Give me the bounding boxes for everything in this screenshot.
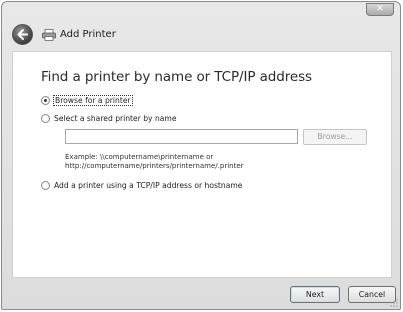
radio-add-tcpip-printer[interactable]: [41, 181, 50, 190]
option-shared[interactable]: Select a shared printer by name: [41, 114, 177, 123]
option-tcpip[interactable]: Add a printer using a TCP/IP address or …: [41, 181, 242, 190]
cancel-button[interactable]: Cancel: [348, 286, 396, 303]
back-arrow-icon: [17, 29, 28, 40]
example-text: Example: \\computername\printername or h…: [65, 153, 244, 171]
option-shared-label[interactable]: Select a shared printer by name: [54, 114, 177, 123]
next-button[interactable]: Next: [290, 286, 340, 303]
browse-button[interactable]: Browse...: [303, 129, 367, 145]
printer-icon: [42, 29, 56, 41]
resize-grip-icon[interactable]: [390, 299, 398, 307]
option-browse[interactable]: Browse for a printer: [41, 95, 133, 106]
back-button[interactable]: [12, 24, 33, 45]
option-browse-label[interactable]: Browse for a printer: [53, 95, 133, 106]
close-icon: ✕: [376, 4, 384, 14]
wizard-header: Add Printer: [2, 21, 400, 51]
add-printer-window: ✕ Add Printer Find a printer by name or …: [1, 1, 401, 310]
example-line-1: Example: \\computername\printername or: [65, 153, 214, 161]
close-button[interactable]: ✕: [366, 3, 394, 16]
wizard-title: Add Printer: [60, 29, 116, 40]
option-tcpip-label[interactable]: Add a printer using a TCP/IP address or …: [54, 181, 242, 190]
wizard-content: Find a printer by name or TCP/IP address…: [12, 51, 392, 278]
shared-printer-name-input[interactable]: [65, 129, 298, 144]
page-title: Find a printer by name or TCP/IP address: [41, 69, 312, 85]
radio-select-shared-printer[interactable]: [41, 114, 50, 123]
example-line-2: http://computername/printers/printername…: [65, 162, 244, 170]
radio-browse-for-printer[interactable]: [41, 96, 50, 105]
